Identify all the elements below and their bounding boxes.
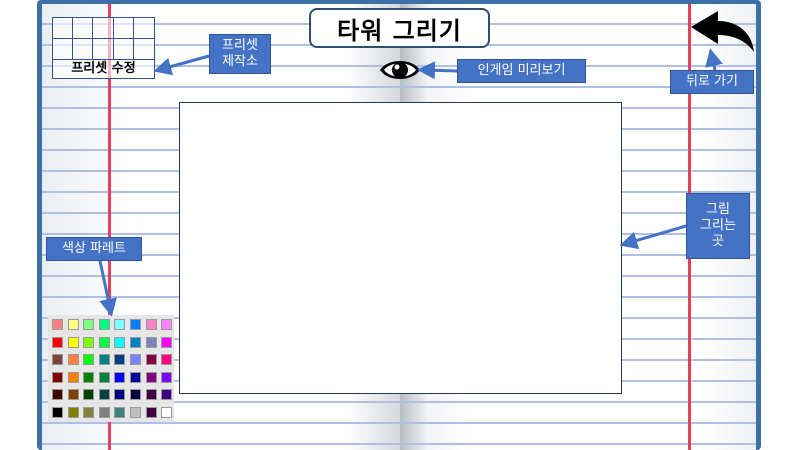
color-palette — [48, 315, 174, 422]
color-swatch[interactable] — [98, 319, 110, 330]
frame-right — [756, 0, 800, 450]
color-swatch[interactable] — [83, 406, 95, 418]
color-swatch[interactable] — [161, 319, 173, 330]
color-swatch[interactable] — [83, 389, 95, 400]
color-swatch[interactable] — [83, 354, 95, 365]
color-swatch[interactable] — [129, 371, 141, 383]
color-swatch[interactable] — [83, 336, 95, 348]
color-swatch[interactable] — [67, 389, 79, 400]
callout-color-palette-text: 색상 파레트 — [62, 241, 126, 256]
color-swatch[interactable] — [98, 354, 110, 365]
color-swatch[interactable] — [67, 319, 79, 330]
color-swatch[interactable] — [52, 371, 63, 383]
color-swatch[interactable] — [114, 336, 126, 348]
color-swatch[interactable] — [67, 371, 79, 383]
color-swatch[interactable] — [145, 371, 157, 383]
frame-left — [0, 0, 41, 450]
callout-ingame-preview: 인게임 미리보기 — [457, 59, 586, 83]
color-swatch[interactable] — [114, 319, 126, 330]
color-swatch[interactable] — [145, 389, 157, 400]
color-swatch[interactable] — [145, 319, 157, 330]
color-swatch[interactable] — [67, 354, 79, 365]
callout-preset-workshop-line1: 프리셋 — [222, 38, 258, 53]
color-swatch[interactable] — [52, 336, 63, 348]
page-title-box: 타워 그리기 — [309, 8, 490, 48]
color-swatch[interactable] — [161, 336, 173, 348]
callout-drawing-area-line1: 그림 — [706, 202, 730, 217]
color-swatch[interactable] — [161, 406, 173, 418]
color-swatch[interactable] — [161, 354, 173, 365]
color-swatch[interactable] — [129, 354, 141, 365]
eye-icon[interactable] — [378, 55, 422, 85]
color-swatch[interactable] — [67, 406, 79, 418]
color-swatch[interactable] — [83, 371, 95, 383]
color-swatch[interactable] — [129, 389, 141, 400]
callout-color-palette: 색상 파레트 — [46, 237, 142, 261]
preset-edit-button[interactable]: 프리셋 수정 — [52, 17, 155, 79]
color-swatch[interactable] — [98, 336, 110, 348]
color-swatch[interactable] — [129, 336, 141, 348]
color-swatch[interactable] — [161, 371, 173, 383]
color-swatch[interactable] — [98, 389, 110, 400]
color-swatch[interactable] — [145, 336, 157, 348]
preset-edit-label: 프리셋 수정 — [71, 61, 136, 76]
callout-drawing-area: 그림 그리는 곳 — [686, 193, 750, 259]
callout-drawing-area-line2: 그리는 — [700, 218, 736, 233]
color-swatch[interactable] — [52, 389, 63, 400]
color-swatch[interactable] — [83, 319, 95, 330]
color-swatch-grid — [49, 317, 173, 422]
color-swatch[interactable] — [129, 319, 141, 330]
color-swatch[interactable] — [52, 354, 63, 365]
color-swatch[interactable] — [129, 406, 141, 418]
color-swatch[interactable] — [145, 406, 157, 418]
callout-preset-workshop-line2: 제작소 — [222, 54, 258, 69]
color-swatch[interactable] — [114, 389, 126, 400]
page-title: 타워 그리기 — [337, 16, 462, 45]
color-swatch[interactable] — [67, 336, 79, 348]
color-swatch[interactable] — [161, 389, 173, 400]
color-swatch[interactable] — [52, 406, 63, 418]
back-arrow-icon[interactable] — [688, 9, 756, 53]
color-swatch[interactable] — [98, 371, 110, 383]
color-swatch[interactable] — [114, 371, 126, 383]
color-swatch[interactable] — [52, 319, 63, 330]
callout-go-back: 뒤로 가기 — [670, 70, 754, 94]
callout-preset-workshop: 프리셋 제작소 — [209, 34, 271, 74]
tower-drawing-screen: 타워 그리기 프리셋 수정 프리셋 제작소 인게임 미리보기 뒤로 가기 그림 … — [0, 0, 800, 450]
callout-go-back-text: 뒤로 가기 — [686, 74, 738, 89]
preset-grid — [53, 18, 154, 60]
drawing-canvas[interactable] — [179, 102, 622, 394]
callout-ingame-preview-text: 인게임 미리보기 — [477, 63, 566, 78]
color-swatch[interactable] — [114, 354, 126, 365]
callout-drawing-area-line3: 곳 — [712, 234, 724, 249]
color-swatch[interactable] — [98, 406, 110, 418]
color-swatch[interactable] — [145, 354, 157, 365]
color-swatch[interactable] — [114, 406, 126, 418]
